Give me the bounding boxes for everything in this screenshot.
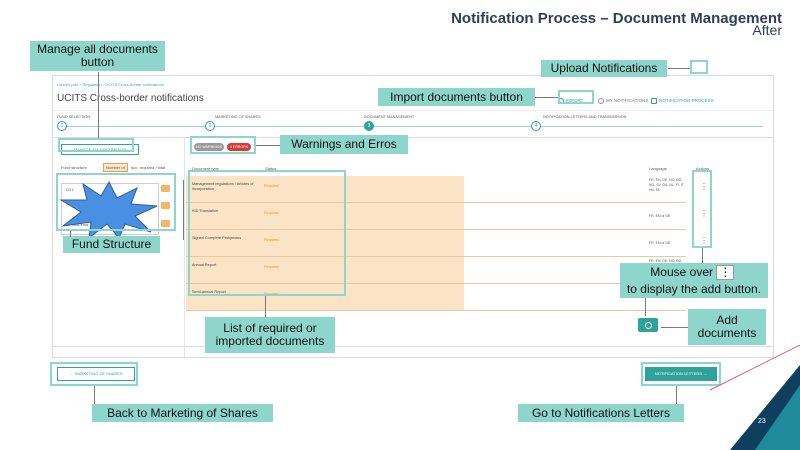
arrow-line (183, 180, 184, 240)
highlight-actions (692, 170, 712, 248)
highlight-back (50, 362, 138, 386)
arrow-line (676, 386, 677, 404)
arrow-line (668, 68, 690, 69)
notification-process-label: NOTIFICATION PROCESS (659, 98, 714, 103)
callout-mouse-over: Mouse over ⋮ to display the add button. (620, 263, 768, 298)
breadcrumb[interactable]: Launch pad > Regulation - UCITS Cross-bo… (57, 82, 164, 87)
step-1-label: FUND SELECTION (57, 115, 91, 119)
add-icon (644, 321, 652, 329)
callout-upload: Upload Notifications (541, 60, 667, 77)
slide-subtitle: After (752, 22, 782, 38)
callout-back: Back to Marketing of Shares (92, 404, 273, 422)
arrow-line (70, 231, 71, 237)
callout-import: Import documents button (378, 88, 535, 106)
add-document-button[interactable] (638, 318, 658, 332)
filter-select[interactable]: Number of (103, 163, 128, 172)
highlight-manage-all (58, 138, 134, 152)
callout-warnings: Warnings and Erros (280, 135, 408, 154)
upload-icon (651, 97, 657, 104)
stepper-line (63, 126, 763, 127)
callout-manage-all: Manage all documents button (30, 41, 165, 71)
arrow-line (702, 248, 703, 263)
kebab-icon: ⋮ (716, 264, 735, 280)
page-title: UCITS Cross-border notifications (57, 93, 204, 104)
step-3-label: DOCUMENT MANAGEMENT (364, 115, 415, 119)
callout-list-documents: List of required or imported documents (205, 317, 335, 353)
step-4-label: NOTIFICATION LETTERS AND TRANSMISSION (543, 115, 627, 119)
highlight-import (558, 90, 594, 104)
language-cell: FR, EN, DE, NO, BG, NO, SV, DA, NL, FI, … (649, 178, 685, 192)
my-notifications-button[interactable]: MY NOTIFICATIONS (598, 96, 648, 105)
divider (53, 346, 773, 347)
step-2-dot[interactable]: 2 (205, 121, 215, 131)
arrow-line (256, 145, 280, 146)
step-3-dot[interactable]: 3 (364, 121, 374, 131)
page-number: 23 (758, 418, 766, 425)
mouse-over-text-2: to display the add button. (626, 282, 762, 297)
notification-process-button[interactable]: NOTIFICATION PROCESS (651, 96, 714, 105)
callout-go-to: Go to Notifications Letters (518, 404, 684, 422)
language-cell: FR, EN or DE (649, 241, 671, 245)
my-notifications-label: MY NOTIFICATIONS (606, 98, 649, 103)
fund-structure-label: Fund structure (61, 165, 87, 170)
highlight-warnings (190, 136, 256, 154)
arrow-line (94, 386, 95, 404)
callout-fund-structure: Fund Structure (63, 236, 160, 253)
arrow-line (645, 298, 646, 316)
arrow-line (535, 97, 558, 98)
highlight-fund-structure (56, 173, 176, 231)
arrow-line (265, 296, 266, 317)
bell-icon (598, 97, 604, 104)
step-2-label: MARKETING OF SHARES (215, 115, 261, 119)
arrow-line (98, 72, 99, 138)
highlight-documents-list (188, 170, 346, 296)
corner-decoration (709, 345, 800, 450)
language-cell: FR, EN or DE (649, 214, 671, 218)
mouse-over-text: Mouse over (650, 264, 713, 279)
process-stepper: 1 FUND SELECTION 2 MARKETING OF SHARES 3… (53, 110, 773, 138)
highlight-upload (690, 60, 708, 74)
filter-sub-label: doc. required / total (131, 165, 166, 170)
col-header-language: Language (649, 166, 667, 171)
step-1-dot[interactable]: 1 (57, 121, 67, 131)
filter-label: Number of (106, 165, 125, 170)
step-4-dot[interactable]: 4 (531, 121, 541, 131)
arrow-line (661, 327, 688, 328)
callout-add-documents: Add documents (688, 309, 766, 345)
